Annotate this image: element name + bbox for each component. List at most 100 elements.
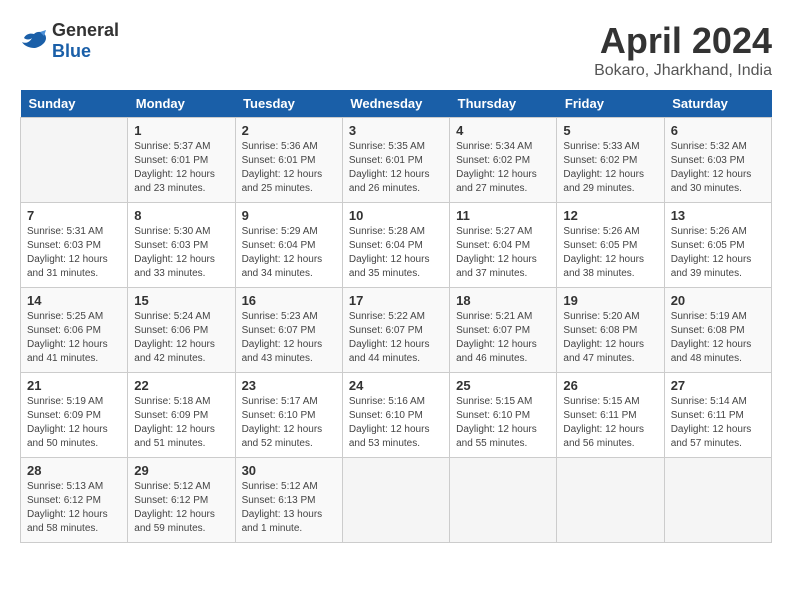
day-number: 3	[349, 123, 443, 138]
day-number: 21	[27, 378, 121, 393]
day-number: 10	[349, 208, 443, 223]
day-info: Sunrise: 5:25 AM Sunset: 6:06 PM Dayligh…	[27, 310, 121, 366]
day-info: Sunrise: 5:23 AM Sunset: 6:07 PM Dayligh…	[242, 310, 336, 366]
calendar-cell	[342, 458, 449, 543]
day-info: Sunrise: 5:26 AM Sunset: 6:05 PM Dayligh…	[671, 225, 765, 281]
day-number: 5	[563, 123, 657, 138]
calendar-cell: 11 Sunrise: 5:27 AM Sunset: 6:04 PM Dayli…	[450, 203, 557, 288]
day-number: 13	[671, 208, 765, 223]
weekday-header-sunday: Sunday	[21, 90, 128, 118]
location-title: Bokaro, Jharkhand, India	[594, 62, 772, 80]
calendar-cell: 24 Sunrise: 5:16 AM Sunset: 6:10 PM Dayli…	[342, 373, 449, 458]
day-number: 22	[134, 378, 228, 393]
week-row-5: 28 Sunrise: 5:13 AM Sunset: 6:12 PM Dayli…	[21, 458, 772, 543]
day-number: 15	[134, 293, 228, 308]
day-number: 26	[563, 378, 657, 393]
calendar-cell: 25Sunrise: 5:15 AM Sunset: 6:10 PM Dayli…	[450, 373, 557, 458]
calendar-cell: 4Sunrise: 5:34 AM Sunset: 6:02 PM Daylig…	[450, 118, 557, 203]
calendar-cell: 7 Sunrise: 5:31 AM Sunset: 6:03 PM Daylig…	[21, 203, 128, 288]
day-number: 8	[134, 208, 228, 223]
day-info: Sunrise: 5:35 AM Sunset: 6:01 PM Dayligh…	[349, 140, 443, 196]
calendar-cell: 14 Sunrise: 5:25 AM Sunset: 6:06 PM Dayli…	[21, 288, 128, 373]
day-number: 20	[671, 293, 765, 308]
week-row-4: 21 Sunrise: 5:19 AM Sunset: 6:09 PM Dayli…	[21, 373, 772, 458]
day-info: Sunrise: 5:19 AM Sunset: 6:09 PM Dayligh…	[27, 395, 121, 451]
calendar-cell: 6Sunrise: 5:32 AM Sunset: 6:03 PM Daylig…	[664, 118, 771, 203]
day-info: Sunrise: 5:18 AM Sunset: 6:09 PM Dayligh…	[134, 395, 228, 451]
day-info: Sunrise: 5:37 AM Sunset: 6:01 PM Dayligh…	[134, 140, 228, 196]
calendar-cell: 18Sunrise: 5:21 AM Sunset: 6:07 PM Dayli…	[450, 288, 557, 373]
logo-text: General Blue	[52, 20, 119, 62]
calendar-cell: 3 Sunrise: 5:35 AM Sunset: 6:01 PM Daylig…	[342, 118, 449, 203]
day-info: Sunrise: 5:20 AM Sunset: 6:08 PM Dayligh…	[563, 310, 657, 366]
calendar-cell: 29Sunrise: 5:12 AM Sunset: 6:12 PM Dayli…	[128, 458, 235, 543]
calendar-cell: 16Sunrise: 5:23 AM Sunset: 6:07 PM Dayli…	[235, 288, 342, 373]
day-info: Sunrise: 5:26 AM Sunset: 6:05 PM Dayligh…	[563, 225, 657, 281]
day-info: Sunrise: 5:31 AM Sunset: 6:03 PM Dayligh…	[27, 225, 121, 281]
weekday-header-wednesday: Wednesday	[342, 90, 449, 118]
day-number: 9	[242, 208, 336, 223]
day-info: Sunrise: 5:14 AM Sunset: 6:11 PM Dayligh…	[671, 395, 765, 451]
weekday-header-row: SundayMondayTuesdayWednesdayThursdayFrid…	[21, 90, 772, 118]
day-info: Sunrise: 5:19 AM Sunset: 6:08 PM Dayligh…	[671, 310, 765, 366]
day-info: Sunrise: 5:12 AM Sunset: 6:13 PM Dayligh…	[242, 480, 336, 536]
calendar-cell: 2 Sunrise: 5:36 AM Sunset: 6:01 PM Daylig…	[235, 118, 342, 203]
day-number: 17	[349, 293, 443, 308]
calendar-cell: 5Sunrise: 5:33 AM Sunset: 6:02 PM Daylig…	[557, 118, 664, 203]
day-info: Sunrise: 5:30 AM Sunset: 6:03 PM Dayligh…	[134, 225, 228, 281]
day-info: Sunrise: 5:17 AM Sunset: 6:10 PM Dayligh…	[242, 395, 336, 451]
day-info: Sunrise: 5:34 AM Sunset: 6:02 PM Dayligh…	[456, 140, 550, 196]
month-title: April 2024	[594, 20, 772, 62]
calendar-cell: 30Sunrise: 5:12 AM Sunset: 6:13 PM Dayli…	[235, 458, 342, 543]
day-info: Sunrise: 5:32 AM Sunset: 6:03 PM Dayligh…	[671, 140, 765, 196]
calendar-cell: 28 Sunrise: 5:13 AM Sunset: 6:12 PM Dayli…	[21, 458, 128, 543]
weekday-header-tuesday: Tuesday	[235, 90, 342, 118]
calendar-cell: 13 Sunrise: 5:26 AM Sunset: 6:05 PM Dayli…	[664, 203, 771, 288]
calendar-cell	[450, 458, 557, 543]
calendar-cell: 15 Sunrise: 5:24 AM Sunset: 6:06 PM Dayli…	[128, 288, 235, 373]
logo-general: General	[52, 20, 119, 40]
day-info: Sunrise: 5:24 AM Sunset: 6:06 PM Dayligh…	[134, 310, 228, 366]
calendar-cell: 10 Sunrise: 5:28 AM Sunset: 6:04 PM Dayli…	[342, 203, 449, 288]
day-info: Sunrise: 5:13 AM Sunset: 6:12 PM Dayligh…	[27, 480, 121, 536]
weekday-header-friday: Friday	[557, 90, 664, 118]
day-number: 27	[671, 378, 765, 393]
calendar-cell: 17Sunrise: 5:22 AM Sunset: 6:07 PM Dayli…	[342, 288, 449, 373]
calendar-cell: 9Sunrise: 5:29 AM Sunset: 6:04 PM Daylig…	[235, 203, 342, 288]
calendar-cell: 26 Sunrise: 5:15 AM Sunset: 6:11 PM Dayli…	[557, 373, 664, 458]
day-info: Sunrise: 5:15 AM Sunset: 6:10 PM Dayligh…	[456, 395, 550, 451]
day-number: 2	[242, 123, 336, 138]
calendar-cell: 12 Sunrise: 5:26 AM Sunset: 6:05 PM Dayli…	[557, 203, 664, 288]
calendar-cell: 19 Sunrise: 5:20 AM Sunset: 6:08 PM Dayli…	[557, 288, 664, 373]
calendar-cell	[21, 118, 128, 203]
day-number: 19	[563, 293, 657, 308]
day-number: 28	[27, 463, 121, 478]
day-info: Sunrise: 5:21 AM Sunset: 6:07 PM Dayligh…	[456, 310, 550, 366]
day-number: 23	[242, 378, 336, 393]
calendar-cell: 20 Sunrise: 5:19 AM Sunset: 6:08 PM Dayli…	[664, 288, 771, 373]
calendar-cell: 8 Sunrise: 5:30 AM Sunset: 6:03 PM Daylig…	[128, 203, 235, 288]
calendar-cell: 1Sunrise: 5:37 AM Sunset: 6:01 PM Daylig…	[128, 118, 235, 203]
calendar-cell: 21 Sunrise: 5:19 AM Sunset: 6:09 PM Dayli…	[21, 373, 128, 458]
day-number: 14	[27, 293, 121, 308]
day-number: 7	[27, 208, 121, 223]
day-number: 29	[134, 463, 228, 478]
day-number: 24	[349, 378, 443, 393]
day-info: Sunrise: 5:16 AM Sunset: 6:10 PM Dayligh…	[349, 395, 443, 451]
title-area: April 2024 Bokaro, Jharkhand, India	[594, 20, 772, 80]
weekday-header-saturday: Saturday	[664, 90, 771, 118]
calendar-cell	[664, 458, 771, 543]
day-info: Sunrise: 5:27 AM Sunset: 6:04 PM Dayligh…	[456, 225, 550, 281]
day-info: Sunrise: 5:15 AM Sunset: 6:11 PM Dayligh…	[563, 395, 657, 451]
day-info: Sunrise: 5:28 AM Sunset: 6:04 PM Dayligh…	[349, 225, 443, 281]
header: General Blue April 2024 Bokaro, Jharkhan…	[20, 20, 772, 80]
weekday-header-monday: Monday	[128, 90, 235, 118]
calendar-table: SundayMondayTuesdayWednesdayThursdayFrid…	[20, 90, 772, 543]
day-info: Sunrise: 5:36 AM Sunset: 6:01 PM Dayligh…	[242, 140, 336, 196]
calendar-cell	[557, 458, 664, 543]
calendar-cell: 23 Sunrise: 5:17 AM Sunset: 6:10 PM Dayli…	[235, 373, 342, 458]
day-number: 12	[563, 208, 657, 223]
day-number: 11	[456, 208, 550, 223]
logo: General Blue	[20, 20, 119, 62]
logo-bird-icon	[20, 30, 48, 52]
